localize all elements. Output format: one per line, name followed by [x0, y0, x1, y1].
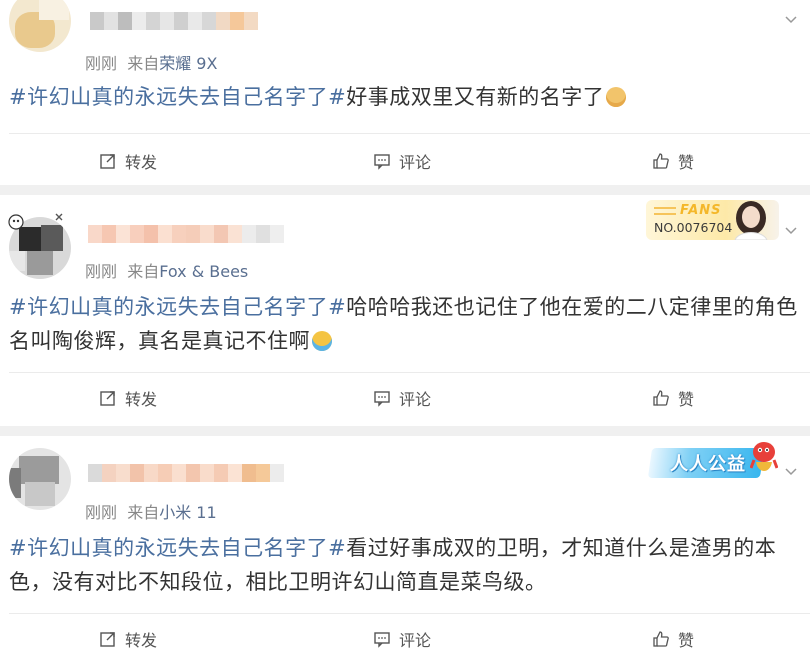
thumbs-up-icon: [653, 390, 669, 406]
divider: [9, 613, 810, 614]
topic-link[interactable]: #许幻山真的永远失去自己名字了#: [9, 85, 346, 109]
post-text: #许幻山真的永远失去自己名字了#好事成双里又有新的名字了: [9, 80, 804, 114]
doge-emoji-icon: [606, 87, 627, 107]
avatar[interactable]: [9, 448, 71, 510]
post-text: #许幻山真的永远失去自己名字了#哈哈哈我还也记住了他在爱的二八定律里的角色名叫陶…: [9, 290, 804, 358]
red-mascot-icon: [750, 442, 778, 471]
fans-badge-number: NO.0076704: [654, 220, 733, 235]
source-prefix: 来自: [127, 262, 160, 281]
username-blurred[interactable]: [90, 12, 258, 30]
topic-link[interactable]: #许幻山真的永远失去自己名字了#: [9, 536, 346, 560]
action-bar: 转发 评论 赞: [0, 625, 810, 655]
like-button[interactable]: 赞: [652, 149, 694, 173]
celebrity-portrait-icon: [734, 201, 768, 240]
fans-badge[interactable]: FANS NO.0076704: [646, 200, 779, 240]
post-separator: [0, 185, 810, 195]
comment-button[interactable]: 评论: [373, 149, 431, 173]
avatar[interactable]: [9, 0, 71, 52]
repost-button[interactable]: 转发: [99, 149, 157, 173]
comment-label: 评论: [399, 390, 432, 409]
gongyi-badge[interactable]: 人人公益: [647, 440, 780, 482]
comment-label: 评论: [399, 153, 432, 172]
repost-button[interactable]: 转发: [99, 627, 157, 651]
repost-icon: [100, 154, 115, 169]
fans-stripes: [654, 207, 676, 215]
chevron-down-icon[interactable]: [784, 223, 798, 237]
chevron-down-icon[interactable]: [784, 464, 798, 478]
fans-badge-word: FANS: [680, 203, 722, 218]
post-meta: 刚刚 来自小米 11: [85, 499, 217, 523]
repost-label: 转发: [125, 390, 158, 409]
comment-icon: [374, 632, 390, 648]
post-time: 刚刚: [85, 262, 118, 281]
post-separator: [0, 426, 810, 436]
divider: [9, 133, 810, 134]
repost-label: 转发: [125, 631, 158, 650]
username-blurred[interactable]: [88, 225, 284, 243]
comment-icon: [374, 391, 390, 407]
post-text: #许幻山真的永远失去自己名字了#看过好事成双的卫明，才知道什么是渣男的本色，没有…: [9, 531, 804, 599]
post-body: 好事成双里又有新的名字了: [346, 85, 605, 109]
source-prefix: 来自: [127, 54, 160, 73]
comment-icon: [374, 154, 390, 170]
post-card: FANS NO.0076704 刚刚 来自Fox & Bees #许幻山真的永远…: [0, 195, 810, 426]
action-bar: 转发 评论 赞: [0, 384, 810, 414]
comment-button[interactable]: 评论: [373, 627, 431, 651]
post-card: 人人公益 刚刚 来自小米 11 #许幻山真的永远失去自己名字了#看过好事成双的卫…: [0, 436, 810, 666]
divider: [9, 372, 810, 373]
post-source[interactable]: 荣耀 9X: [159, 54, 217, 73]
post-meta: 刚刚 来自Fox & Bees: [85, 258, 248, 282]
laugh-cry-emoji-icon: [312, 331, 332, 351]
chevron-down-icon[interactable]: [784, 12, 798, 26]
like-button[interactable]: 赞: [652, 386, 694, 410]
comment-button[interactable]: 评论: [373, 386, 431, 410]
thumbs-up-icon: [653, 153, 669, 169]
post-time: 刚刚: [85, 54, 118, 73]
repost-icon: [100, 391, 115, 406]
thumbs-up-icon: [653, 631, 669, 647]
repost-icon: [100, 632, 115, 647]
repost-button[interactable]: 转发: [99, 386, 157, 410]
post-card: 刚刚 来自荣耀 9X #许幻山真的永远失去自己名字了#好事成双里又有新的名字了 …: [0, 0, 810, 185]
post-source[interactable]: 小米 11: [159, 503, 216, 522]
post-time: 刚刚: [85, 503, 118, 522]
repost-label: 转发: [125, 153, 158, 172]
like-label: 赞: [678, 153, 695, 172]
topic-link[interactable]: #许幻山真的永远失去自己名字了#: [9, 295, 346, 319]
post-source[interactable]: Fox & Bees: [159, 262, 248, 281]
like-label: 赞: [678, 631, 695, 650]
action-bar: 转发 评论 赞: [0, 143, 810, 173]
gongyi-badge-label: 人人公益: [670, 454, 746, 475]
username-blurred[interactable]: [88, 464, 284, 482]
comment-label: 评论: [399, 631, 432, 650]
like-label: 赞: [678, 390, 695, 409]
ladybug-decoration-icon: [8, 213, 63, 230]
source-prefix: 来自: [127, 503, 160, 522]
like-button[interactable]: 赞: [652, 627, 694, 651]
post-meta: 刚刚 来自荣耀 9X: [85, 50, 217, 74]
